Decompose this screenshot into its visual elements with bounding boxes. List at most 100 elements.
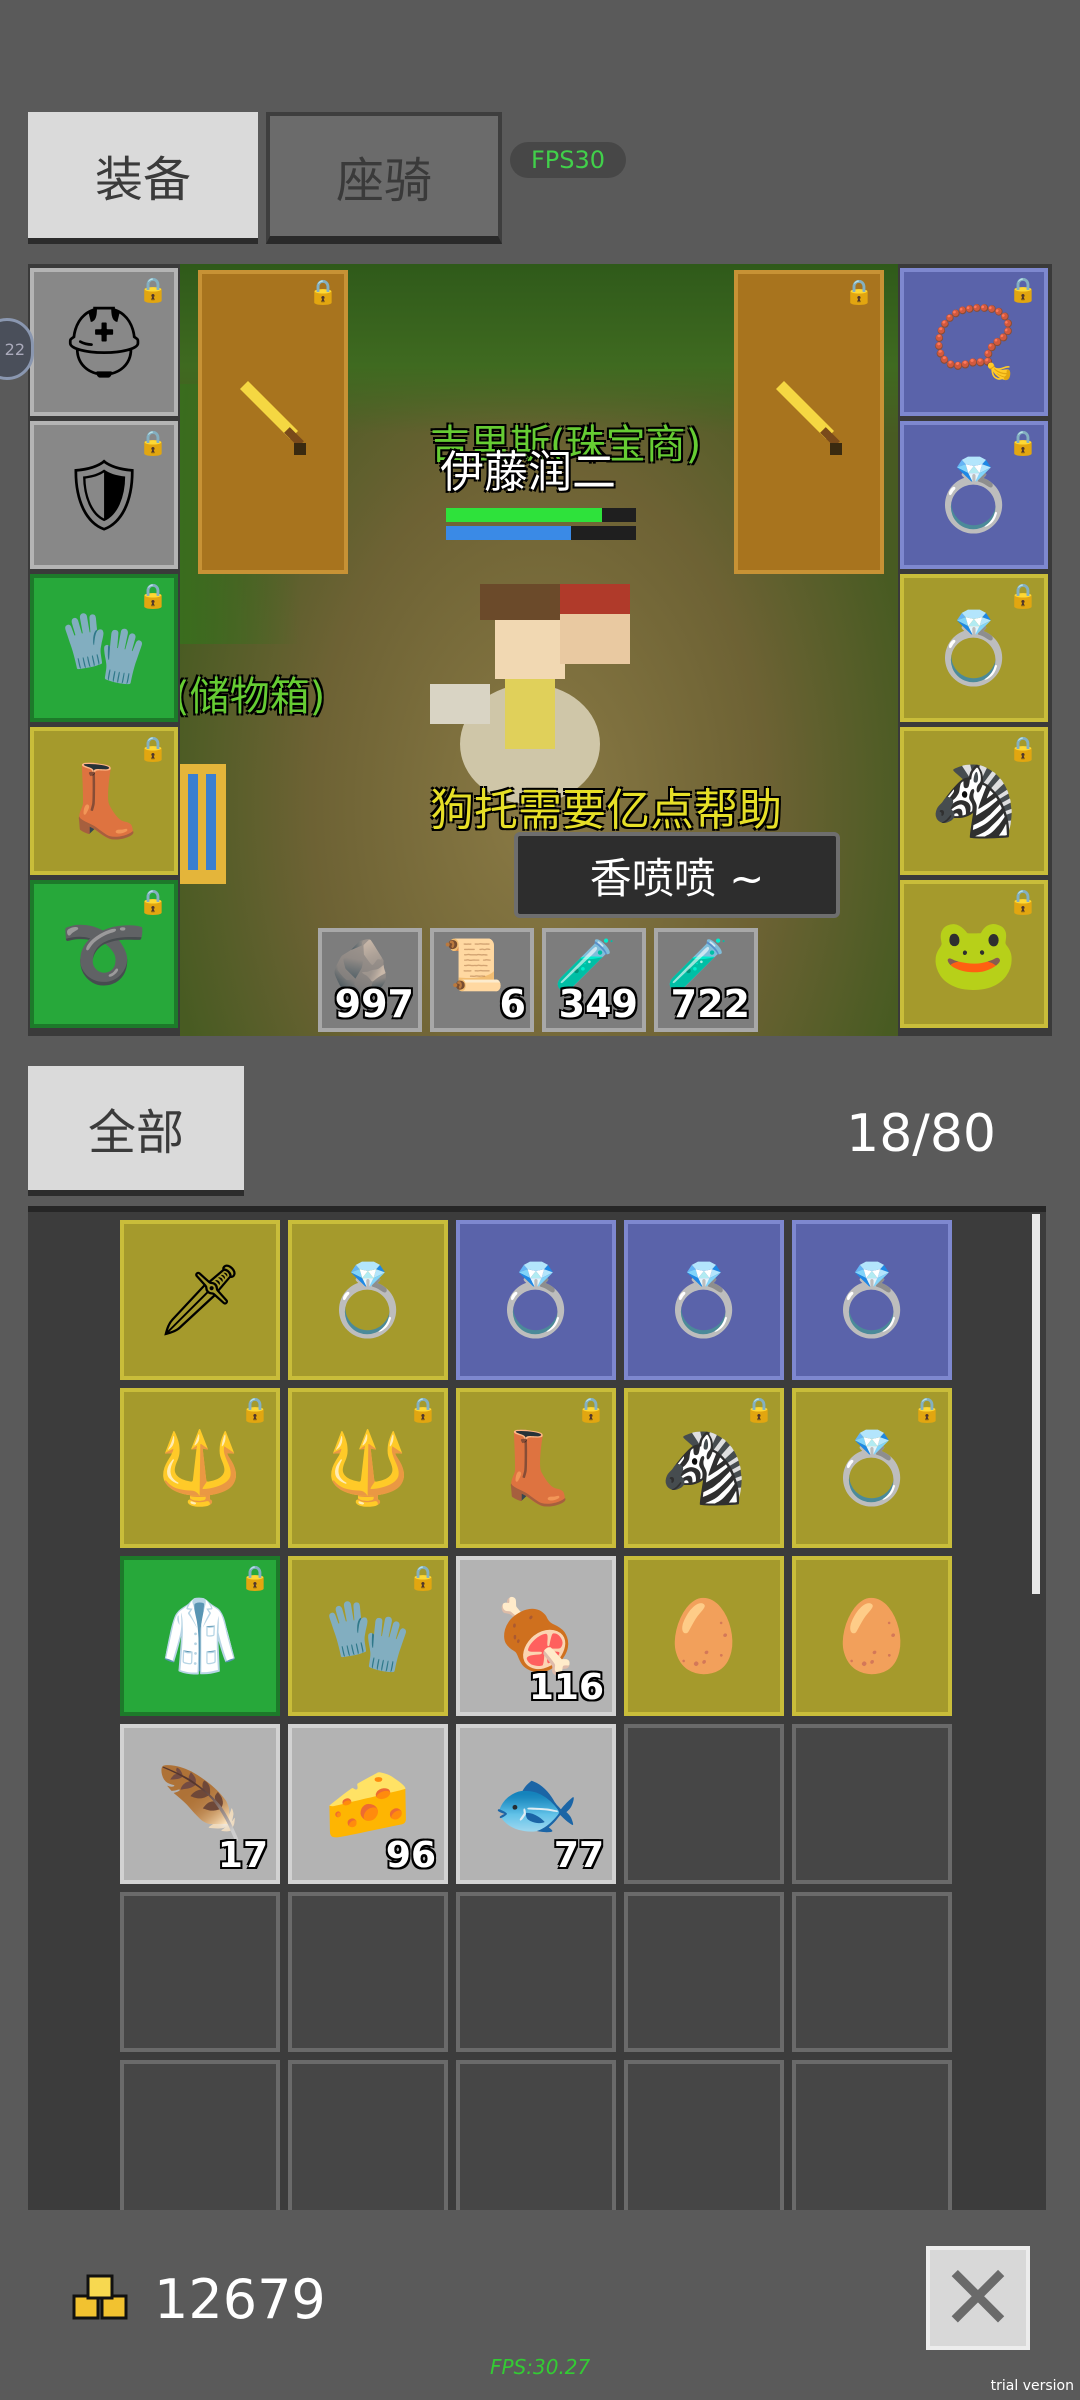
quick-slot-quantity: 349 [558,982,638,1026]
empty-inventory-slot[interactable] [792,2060,952,2216]
empty-inventory-slot[interactable] [120,1892,280,2052]
inventory-slot[interactable]: 🍖 116 [456,1556,616,1716]
inventory-slot[interactable]: 🪶 17 [120,1724,280,1884]
boots-icon: 👢 [60,760,148,842]
inventory-slot[interactable]: 🐟 77 [456,1724,616,1884]
ring-icon: 💍 [828,1259,916,1341]
ring-icon: 💍 [660,1259,748,1341]
empty-inventory-slot[interactable] [288,2060,448,2216]
equip-slot-necklace[interactable]: 🔒 📿 [900,268,1048,416]
storage-chest-sprite [180,764,226,884]
equip-slot-boots[interactable]: 🔒 👢 [30,727,178,875]
amethyst-ring-icon: 💍 [828,1427,916,1509]
equip-slot-ring-1[interactable]: 🔒 💍 [900,421,1048,569]
inventory-slot[interactable]: 🥚 [792,1556,952,1716]
spear-icon: 🔱 [156,1427,244,1509]
equip-slot-helmet[interactable]: 🔒 ⛑ [30,268,178,416]
weapon-slot-right[interactable]: 🔒 [734,270,884,574]
lock-icon: 🔒 [744,1396,774,1424]
inventory-slot[interactable]: 💍 [456,1220,616,1380]
filter-all-button[interactable]: 全部 [28,1066,244,1196]
belt-icon: ➰ [60,913,148,995]
trial-watermark: trial version [990,2378,1074,2394]
sapphire-ring-icon: 💍 [930,607,1018,689]
inventory-panel[interactable]: 🗡 💍 💍 💍 💍 🔒 🔱 🔒 🔱 🔒 👢 🔒 🦓 🔒 💍 🔒 🥼 🔒 🧤 🍖 116 🥚 🥚 🪶 17 🧀 96 🐟 77 [28,1206,1046,2216]
item-quantity: 77 [553,1835,604,1876]
inventory-scrollbar[interactable] [1032,1214,1040,1594]
inventory-capacity: 18/80 [846,1104,996,1164]
quick-slot[interactable]: 📜 6 [430,928,534,1032]
quick-slot[interactable]: 🧪 349 [542,928,646,1032]
chat-bubble: 香喷喷 ~ [514,832,840,918]
inventory-slot[interactable]: 🔒 🔱 [288,1388,448,1548]
inventory-slot[interactable]: 🧀 96 [288,1724,448,1884]
empty-inventory-slot[interactable] [624,1724,784,1884]
quick-slot[interactable]: 🪨 997 [318,928,422,1032]
item-quantity: 96 [385,1835,436,1876]
golden-sword-icon [776,381,842,455]
equip-slot-pet[interactable]: 🔒 🦓 [900,727,1048,875]
lock-icon: 🔒 [308,278,338,306]
inventory-slot[interactable]: 🗡 [120,1220,280,1380]
player-character-sprite [430,584,630,804]
inventory-slot[interactable]: 🔒 💍 [792,1388,952,1548]
weapon-slot-left[interactable]: 🔒 [198,270,348,574]
lock-icon: 🔒 [138,735,168,763]
inventory-slot[interactable]: 💍 [288,1220,448,1380]
empty-inventory-slot[interactable] [120,2060,280,2216]
equip-slot-armor[interactable]: 🔒 🛡 [30,421,178,569]
quick-slot-quantity: 997 [334,982,414,1026]
lock-icon: 🔒 [1008,888,1038,916]
shout-message: 狗托需要亿点帮助 [430,785,782,836]
gold-coins-icon [72,2274,128,2320]
lock-icon: 🔒 [1008,429,1038,457]
player-mp-bar [446,526,636,540]
empty-inventory-slot[interactable] [624,2060,784,2216]
inventory-slot[interactable]: 🔒 🦓 [624,1388,784,1548]
equip-slot-ring-2[interactable]: 🔒 💍 [900,574,1048,722]
player-name: 伊藤润二 [440,447,616,498]
inventory-slot[interactable]: 🔒 🔱 [120,1388,280,1548]
lock-icon: 🔒 [138,582,168,610]
lock-icon: 🔒 [576,1396,606,1424]
storage-chest-label: (储物箱) [180,674,326,720]
item-quantity: 17 [217,1835,268,1876]
zebra-head-icon: 🦓 [930,760,1018,842]
empty-inventory-slot[interactable] [624,1892,784,2052]
empty-inventory-slot[interactable] [456,1892,616,2052]
equip-slot-belt[interactable]: 🔒 ➰ [30,880,178,1028]
blue-armor-icon: 🥼 [156,1595,244,1677]
spear-icon: 🔱 [324,1427,412,1509]
necklace-icon: 📿 [930,301,1018,383]
lock-icon: 🔒 [1008,582,1038,610]
gauntlet-icon: 🧤 [324,1595,412,1677]
empty-inventory-slot[interactable] [456,2060,616,2216]
red-glove-icon: 🧤 [60,607,148,689]
inventory-slot[interactable]: 🥚 [624,1556,784,1716]
inventory-slot[interactable]: 🔒 🧤 [288,1556,448,1716]
fps-readout: FPS:30.27 [490,2355,591,2379]
meat-icon: 🍖 [492,1595,580,1677]
close-button[interactable]: ✕ [926,2246,1030,2351]
inventory-slot[interactable]: 🔒 👢 [456,1388,616,1548]
empty-inventory-slot[interactable] [288,1892,448,2052]
empty-inventory-slot[interactable] [792,1724,952,1884]
lock-icon: 🔒 [240,1396,270,1424]
lock-icon: 🔒 [138,429,168,457]
fps-indicator: FPS30 [510,142,626,178]
lock-icon: 🔒 [138,276,168,304]
chainmail-icon: 🛡 [59,454,149,536]
empty-inventory-slot[interactable] [792,1892,952,2052]
boots-icon: 👢 [492,1427,580,1509]
quick-slot[interactable]: 🧪 722 [654,928,758,1032]
item-quantity: 116 [528,1667,604,1708]
lock-icon: 🔒 [408,1396,438,1424]
tab-mount[interactable]: 座骑 [266,112,502,244]
gold-amount: 12679 [154,2268,326,2331]
equip-slot-companion[interactable]: 🔒 🐸 [900,880,1048,1028]
tab-equipment[interactable]: 装备 [28,112,258,244]
equip-slot-gloves[interactable]: 🔒 🧤 [30,574,178,722]
inventory-slot[interactable]: 💍 [624,1220,784,1380]
inventory-slot[interactable]: 🔒 🥼 [120,1556,280,1716]
inventory-slot[interactable]: 💍 [792,1220,952,1380]
